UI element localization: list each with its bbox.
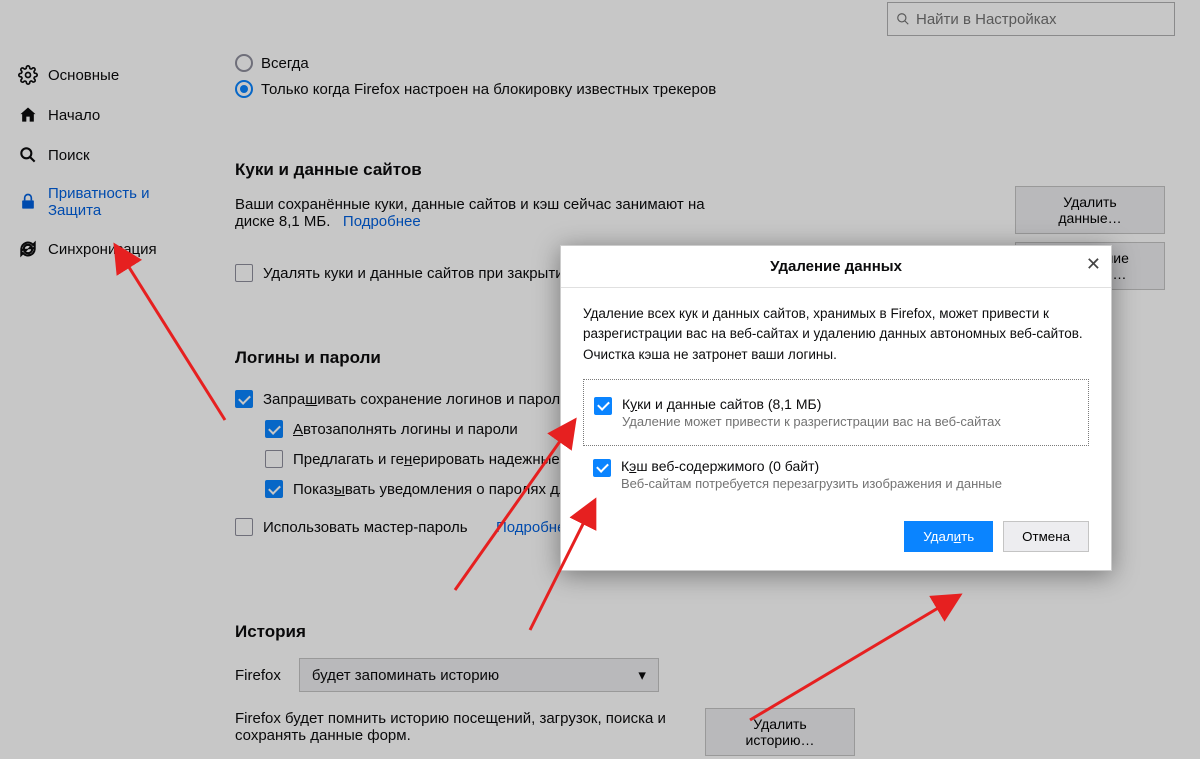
search-input[interactable]: Найти в Настройках bbox=[887, 2, 1175, 36]
checkbox-label: Предлагать и генерировать надежные bbox=[293, 451, 560, 468]
sidebar-item-label: Основные bbox=[48, 67, 119, 84]
sidebar-item-search[interactable]: Поиск bbox=[12, 135, 205, 175]
checkbox-icon bbox=[235, 264, 253, 282]
delete-data-button[interactable]: Удалить данные… bbox=[1015, 186, 1165, 234]
option-label: Кэш веб-содержимого (0 байт) bbox=[621, 458, 1002, 474]
sidebar-item-label: Начало bbox=[48, 107, 100, 124]
checkbox-label: Автозаполнять логины и пароли bbox=[293, 421, 518, 438]
radio-only-known[interactable]: Только когда Firefox настроен на блокиро… bbox=[235, 76, 1160, 102]
option-description: Веб-сайтам потребуется перезагрузить изо… bbox=[621, 476, 1002, 491]
modal-delete-button[interactable]: Удалить bbox=[904, 521, 993, 552]
checkbox-label: Использовать мастер-пароль bbox=[263, 519, 468, 536]
home-icon bbox=[18, 105, 38, 125]
sidebar-item-label: Приватность и Защита bbox=[48, 185, 199, 219]
option-label: Куки и данные сайтов (8,1 МБ) bbox=[622, 396, 1001, 412]
sidebar-item-general[interactable]: Основные bbox=[12, 55, 205, 95]
sidebar-item-label: Синхронизация bbox=[48, 241, 157, 258]
radio-always[interactable]: Всегда bbox=[235, 50, 1160, 76]
sidebar-item-label: Поиск bbox=[48, 147, 90, 164]
history-title: История bbox=[235, 622, 1160, 642]
chevron-down-icon: ▾ bbox=[638, 666, 646, 684]
radio-icon bbox=[235, 54, 253, 72]
cookies-desc: Ваши сохранённые куки, данные сайтов и к… bbox=[235, 196, 705, 230]
checkbox-icon bbox=[265, 450, 283, 468]
sidebar: Основные Начало Поиск Приватность и Защи… bbox=[0, 0, 205, 759]
history-firefox-label: Firefox bbox=[235, 667, 281, 684]
checkbox-label: Показывать уведомления о паролях для bbox=[293, 481, 576, 498]
search-icon bbox=[18, 145, 38, 165]
checkbox-icon bbox=[593, 459, 611, 477]
sync-icon bbox=[18, 239, 38, 259]
modal-close-button[interactable]: ✕ bbox=[1086, 254, 1101, 275]
modal-description: Удаление всех кук и данных сайтов, храни… bbox=[583, 304, 1089, 365]
cookies-title: Куки и данные сайтов bbox=[235, 160, 1160, 180]
checkbox-label: Запрашивать сохранение логинов и паролей bbox=[263, 391, 577, 408]
sidebar-item-privacy[interactable]: Приватность и Защита bbox=[12, 175, 205, 229]
history-mode-select[interactable]: будет запоминать историю ▾ bbox=[299, 658, 659, 692]
modal-cancel-button[interactable]: Отмена bbox=[1003, 521, 1089, 552]
radio-icon bbox=[235, 80, 253, 98]
checkbox-icon bbox=[594, 397, 612, 415]
sidebar-item-sync[interactable]: Синхронизация bbox=[12, 229, 205, 269]
history-desc: Firefox будет помнить историю посещений,… bbox=[235, 710, 666, 744]
clear-data-modal: Удаление данных ✕ Удаление всех кук и да… bbox=[560, 245, 1112, 571]
cookies-option[interactable]: Куки и данные сайтов (8,1 МБ) Удаление м… bbox=[594, 390, 1078, 435]
checkbox-label: Удалять куки и данные сайтов при закрыти… bbox=[263, 265, 572, 282]
radio-label: Только когда Firefox настроен на блокиро… bbox=[261, 81, 716, 98]
select-value: будет запоминать историю bbox=[312, 667, 499, 684]
modal-title: Удаление данных bbox=[770, 258, 902, 275]
checkbox-icon bbox=[235, 518, 253, 536]
lock-icon bbox=[18, 192, 38, 212]
checkbox-icon bbox=[235, 390, 253, 408]
radio-label: Всегда bbox=[261, 55, 309, 72]
clear-history-button[interactable]: Удалить историю… bbox=[705, 708, 855, 756]
gear-icon bbox=[18, 65, 38, 85]
option-description: Удаление может привести к разрегистрации… bbox=[622, 414, 1001, 429]
search-placeholder: Найти в Настройках bbox=[916, 11, 1056, 28]
cache-option[interactable]: Кэш веб-содержимого (0 байт) Веб-сайтам … bbox=[583, 450, 1089, 499]
checkbox-icon bbox=[265, 480, 283, 498]
search-icon bbox=[896, 12, 910, 26]
cookies-more-link[interactable]: Подробнее bbox=[343, 213, 421, 230]
checkbox-icon bbox=[265, 420, 283, 438]
sidebar-item-home[interactable]: Начало bbox=[12, 95, 205, 135]
